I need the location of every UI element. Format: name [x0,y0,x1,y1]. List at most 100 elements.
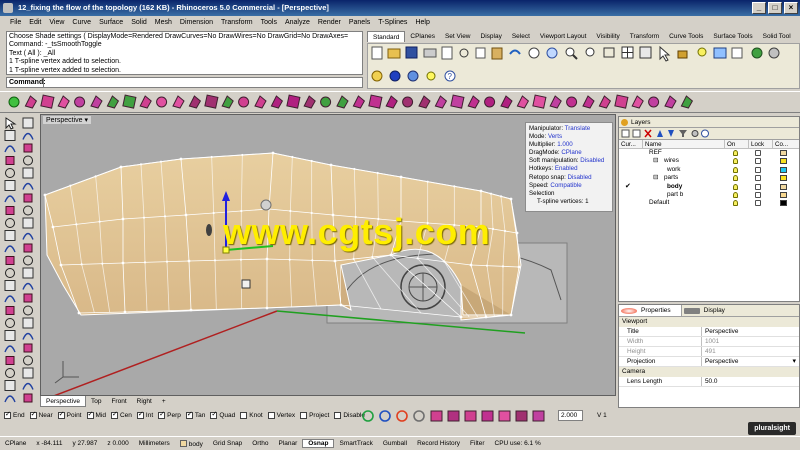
osnap-point[interactable]: Point [57,410,82,419]
tspline-tool-icon[interactable] [90,95,103,109]
left-tool-icon[interactable] [5,156,15,165]
status-record-history[interactable]: Record History [412,440,465,447]
osnap-knot-checkbox[interactable] [240,411,248,419]
tspline-tool-icon[interactable] [385,95,398,109]
tspline-tool-icon[interactable] [418,95,431,109]
left-tool-icon[interactable] [5,368,15,378]
viewport-menu-icon[interactable]: ▾ [85,117,89,124]
tspline-tool-icon[interactable] [8,96,20,108]
new-sublayer-icon[interactable] [632,129,641,138]
tspline-vertex[interactable] [399,175,403,179]
tspline-vertex[interactable] [489,192,493,195]
tspline-tool-icon[interactable] [532,94,547,109]
tspline-vertex[interactable] [142,216,146,219]
tspline-tool-icon[interactable] [57,95,70,109]
tspline-vertex[interactable] [501,265,505,268]
left-tool-icon[interactable] [5,356,15,365]
tab-transform[interactable]: Transform [625,31,664,42]
tspline-vertex[interactable] [443,260,446,263]
tspline-vertex[interactable] [517,265,521,269]
tspline-bottom-tool-icon[interactable] [396,410,408,422]
tspline-vertex[interactable] [119,165,123,169]
viewport-title-input[interactable]: Perspective [701,327,799,336]
left-tool-icon[interactable] [22,282,34,290]
layer-color-swatch[interactable] [780,150,787,156]
tspline-vertex[interactable] [426,180,429,183]
tspline-vertex[interactable] [291,155,294,159]
left-tool-icon[interactable] [4,130,16,141]
left-tool-icon[interactable] [4,145,16,153]
tspline-vertex[interactable] [121,261,125,265]
tspline-vertex[interactable] [213,259,217,262]
layers-col-on[interactable]: On [725,140,749,148]
status-smarttrack[interactable]: SmartTrack [334,440,377,447]
paste-icon[interactable] [491,47,503,60]
menu-view[interactable]: View [45,16,68,29]
tab-select[interactable]: Select [507,31,535,42]
left-tool-icon[interactable] [5,318,15,328]
tspline-tool-icon[interactable] [467,95,480,109]
left-tool-icon[interactable] [5,117,17,130]
tspline-tool-icon[interactable] [648,96,660,108]
tab-viewport-layout[interactable]: Viewport Layout [535,31,592,42]
tspline-vertex[interactable] [479,189,483,193]
layers-col-color[interactable]: Co... [773,140,799,148]
tspline-vertex[interactable] [241,153,244,157]
tspline-tool-icon[interactable] [139,95,152,109]
status-gumball[interactable]: Gumball [378,440,412,447]
tspline-vertex[interactable] [484,315,488,319]
left-tool-icon[interactable] [22,332,34,340]
lock-icon[interactable] [755,200,761,207]
light-bulb-icon[interactable] [733,183,738,190]
tspline-vertex[interactable] [210,155,213,159]
tspline-tool-icon[interactable] [24,95,38,109]
tspline-vertex[interactable] [59,263,63,267]
status-grid-snap[interactable]: Grid Snap [208,440,247,447]
light-bulb-icon[interactable] [733,191,738,198]
tspline-vertex[interactable] [75,223,78,226]
osnap-tan-checkbox[interactable] [185,410,193,419]
left-tool-icon[interactable] [23,193,33,203]
tspline-vertex[interactable] [189,308,193,312]
layer-icon[interactable] [713,47,727,59]
left-tool-icon[interactable] [22,182,34,190]
tspline-vertex[interactable] [376,171,379,175]
properties-icon[interactable] [441,46,453,60]
tab-display[interactable]: Display [476,31,507,42]
menu-panels[interactable]: Panels [345,16,374,29]
left-tool-icon[interactable] [4,195,16,203]
tspline-tool-icon[interactable] [582,95,595,109]
camera-section-header[interactable]: Camera [619,367,799,377]
tspline-bottom-tool-icon[interactable] [464,410,477,422]
tspline-vertex[interactable] [265,257,269,261]
menu-solid[interactable]: Solid [127,16,151,29]
status-cplane[interactable]: CPlane [0,440,31,447]
tspline-tool-icon[interactable] [320,96,332,108]
menu-curve[interactable]: Curve [68,16,95,29]
light-bulb-icon[interactable] [733,166,738,173]
osnap-disable-checkbox[interactable] [334,411,342,419]
layer-row-parts[interactable]: ⊟ parts [619,174,799,182]
layers-col-current[interactable]: Cur... [619,140,643,148]
sphere-render-icon[interactable] [389,70,401,82]
tspline-tool-icon[interactable] [614,94,629,109]
copy-icon[interactable] [475,47,486,59]
tspline-vertex[interactable] [165,260,169,263]
delete-layer-icon[interactable] [644,129,652,138]
tspline-tool-icon[interactable] [270,95,284,109]
tspline-vertex[interactable] [453,185,456,188]
osnap-mid-checkbox[interactable] [86,410,94,419]
left-tool-icon[interactable] [5,168,15,178]
four-views-icon[interactable] [621,46,634,59]
layers-col-name[interactable]: Name [643,140,725,148]
viewport-title[interactable]: Perspective ▾ [43,116,92,124]
viewport-section-header[interactable]: Viewport [619,317,799,327]
pan-icon[interactable] [528,47,540,59]
tspline-vertex[interactable] [469,263,473,267]
viewport-tab-front[interactable]: Front [106,396,131,407]
osnap-quad-checkbox[interactable] [210,410,218,419]
tspline-vertex[interactable] [491,227,495,231]
menu-tools[interactable]: Tools [257,16,281,29]
layer-tools-icon[interactable] [691,130,699,137]
tspline-vertex[interactable] [239,258,243,261]
